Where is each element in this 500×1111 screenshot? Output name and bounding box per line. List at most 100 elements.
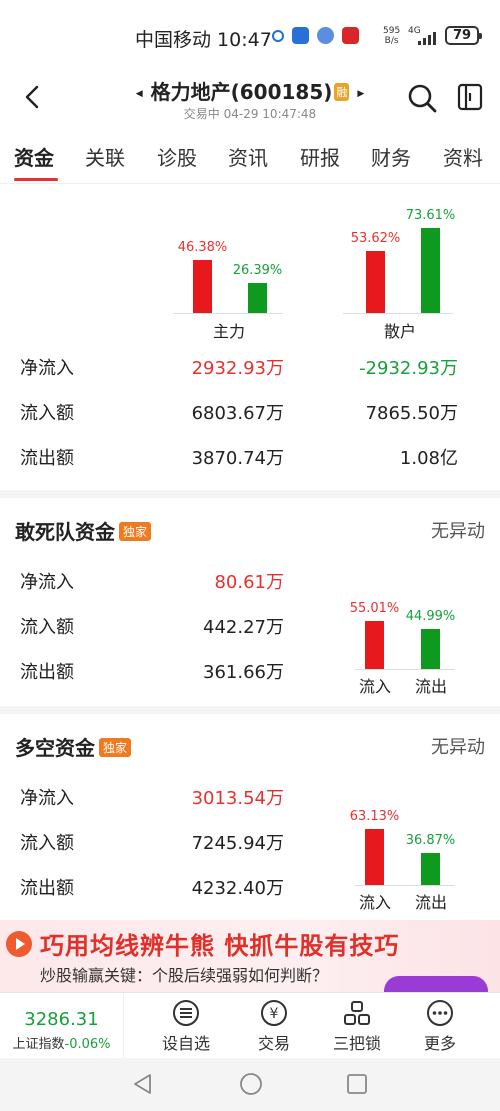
bar-percent-label: 44.99% <box>405 609 456 625</box>
trade-button[interactable]: ¥ 交易 <box>239 999 309 1054</box>
bar-green <box>421 228 440 313</box>
bar-green <box>421 852 440 885</box>
exclusive-badge: 独家 <box>119 522 152 541</box>
ls-outflow: 4232.40万 <box>191 878 284 899</box>
play-icon <box>6 931 32 957</box>
exclusive-badge: 独家 <box>99 738 132 757</box>
category-outflow: 流出 <box>414 893 447 912</box>
more-label: 更多 <box>423 1034 456 1053</box>
section-title: 多空资金 独家 <box>15 732 132 761</box>
outflow-label: 流出额 <box>20 662 74 683</box>
net-speed-value: 595 <box>383 26 401 36</box>
notification-icons <box>272 27 359 44</box>
index-value: 3286.31 <box>24 1009 99 1030</box>
add-watchlist-icon <box>173 1000 199 1026</box>
tab-diagnosis[interactable]: 诊股 <box>157 142 197 171</box>
three-locks-icon <box>344 1001 370 1025</box>
main-outflow: 3870.74万 <box>191 448 284 469</box>
category-inflow: 流入 <box>358 893 391 912</box>
carrier-time: 中国移动 10:47 <box>135 29 272 51</box>
chart-baseline <box>173 313 283 314</box>
nav-home-icon[interactable] <box>239 1072 263 1096</box>
header: ◀ 格力地产(600185) 融 ▶ 交易中 04-29 10:47:48 <box>0 68 500 128</box>
search-icon[interactable] <box>406 82 438 114</box>
index-label: 上证指数-0.06% <box>0 1033 123 1052</box>
status-bar: 中国移动 10:47 595 B/s 4G 79 <box>0 0 500 68</box>
net-inflow-label: 净流入 <box>20 572 74 593</box>
ls-net-inflow: 3013.54万 <box>191 788 284 809</box>
add-watchlist-label: 设自选 <box>161 1034 210 1053</box>
bar-green <box>248 282 267 313</box>
section-divider <box>0 490 500 498</box>
promo-banner[interactable]: 巧用均线辨牛熊 快抓牛股有技巧 炒股输赢关键：个股后续强弱如何判断？ <box>0 920 500 992</box>
app-notification-icon <box>272 29 284 42</box>
bottom-toolbar: 3286.31 上证指数-0.06% 设自选 ¥ 交易 三把锁 更多 <box>0 992 500 1059</box>
tab-news[interactable]: 资讯 <box>228 142 268 171</box>
chart-baseline <box>355 885 455 886</box>
nav-recents-icon[interactable] <box>346 1073 368 1095</box>
category-main: 主力 <box>212 322 245 341</box>
watchlist-icon[interactable] <box>456 83 484 111</box>
next-stock-icon[interactable]: ▶ <box>349 89 372 99</box>
three-locks-label: 三把锁 <box>332 1034 381 1053</box>
bar-percent-label: 36.87% <box>405 832 456 848</box>
dtd-outflow: 361.66万 <box>203 662 284 683</box>
index-ticker[interactable]: 3286.31 上证指数-0.06% <box>0 993 124 1059</box>
dare-to-die-title: 敢死队资金 <box>15 520 115 544</box>
app-notification-icon <box>292 27 309 44</box>
chart-baseline <box>343 313 453 314</box>
category-outflow: 流出 <box>414 677 447 696</box>
dtd-net-inflow: 80.61万 <box>214 572 284 593</box>
chart-baseline <box>355 669 455 670</box>
banner-action-button[interactable] <box>384 976 488 992</box>
category-retail: 散户 <box>383 322 416 341</box>
tab-related[interactable]: 关联 <box>85 142 125 171</box>
net-speed-unit: B/s <box>384 36 399 46</box>
section-divider <box>0 706 500 714</box>
trade-icon: ¥ <box>261 1000 287 1026</box>
long-short-title: 多空资金 <box>15 736 95 760</box>
inflow-label: 流入额 <box>20 403 74 424</box>
add-watchlist-button[interactable]: 设自选 <box>151 999 221 1054</box>
tab-capital[interactable]: 资金 <box>14 142 54 171</box>
more-icon <box>427 1000 453 1026</box>
inflow-label: 流入额 <box>20 833 74 854</box>
bar-percent-label: 26.39% <box>232 262 283 278</box>
retail-inflow: 7865.50万 <box>365 403 458 424</box>
svg-text:¥: ¥ <box>270 1006 279 1022</box>
bar-red <box>365 829 384 885</box>
ls-inflow: 7245.94万 <box>191 833 284 854</box>
retail-outflow: 1.08亿 <box>399 448 458 469</box>
net-speed: 595 B/s <box>383 26 400 46</box>
bar-percent-label: 53.62% <box>350 231 401 247</box>
three-locks-button[interactable]: 三把锁 <box>322 999 392 1054</box>
tab-active-indicator <box>14 178 58 181</box>
anomaly-status[interactable]: 无异动 <box>431 517 485 543</box>
system-nav-bar <box>0 1058 500 1111</box>
inflow-label: 流入额 <box>20 617 74 638</box>
prev-stock-icon[interactable]: ◀ <box>128 89 151 99</box>
bar-red <box>365 620 384 669</box>
outflow-label: 流出额 <box>20 878 74 899</box>
main-inflow: 6803.67万 <box>191 403 284 424</box>
main-net-inflow: 2932.93万 <box>191 358 284 379</box>
battery-level: 79 <box>452 28 472 43</box>
more-button[interactable]: 更多 <box>405 999 475 1054</box>
tab-finance[interactable]: 财务 <box>371 142 411 171</box>
bar-red <box>193 259 212 313</box>
anomaly-status[interactable]: 无异动 <box>431 733 485 759</box>
bar-green <box>421 629 440 669</box>
tab-profile[interactable]: 资料 <box>443 142 483 171</box>
signal-icon <box>418 31 436 45</box>
app-notification-icon <box>342 27 359 44</box>
bar-percent-label: 73.61% <box>405 208 456 224</box>
net-inflow-label: 净流入 <box>20 358 74 379</box>
battery-icon: 79 <box>445 26 482 45</box>
nav-back-icon[interactable] <box>132 1073 154 1095</box>
dtd-inflow: 442.27万 <box>203 617 284 638</box>
stock-name: 格力地产(600185) <box>150 80 333 104</box>
app-notification-icon <box>317 27 334 44</box>
bar-percent-label: 46.38% <box>177 239 228 255</box>
net-inflow-label: 净流入 <box>20 788 74 809</box>
tab-research[interactable]: 研报 <box>300 142 340 171</box>
